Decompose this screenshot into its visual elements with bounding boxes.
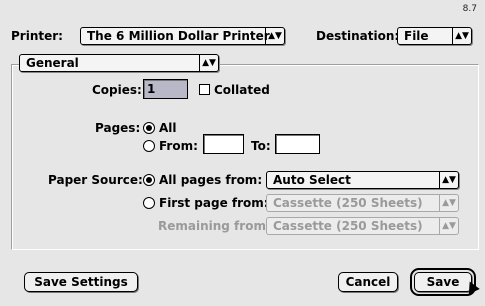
printer-popup-value: The 6 Million Dollar Printer <box>87 29 270 43</box>
pages-to-label: To: <box>251 139 271 153</box>
updown-arrow-icon: ▲▼ <box>265 28 284 44</box>
remaining-from-popup: Cassette (250 Sheets) ▲▼ <box>266 217 459 235</box>
copies-label: Copies: <box>92 83 142 97</box>
updown-arrow-icon: ▲▼ <box>439 218 458 234</box>
paper-source-label: Paper Source: <box>48 173 143 187</box>
remaining-from-label: Remaining from: <box>158 219 271 233</box>
pages-from-radio[interactable] <box>143 140 155 152</box>
all-pages-from-value: Auto Select <box>273 173 351 187</box>
remaining-from-value: Cassette (250 Sheets) <box>273 219 423 233</box>
updown-arrow-icon: ▲▼ <box>439 195 458 211</box>
all-pages-from-popup[interactable]: Auto Select ▲▼ <box>266 171 459 189</box>
printer-popup[interactable]: The 6 Million Dollar Printer ▲▼ <box>80 27 285 45</box>
updown-arrow-icon: ▲▼ <box>452 28 471 44</box>
pages-from-label: From: <box>159 139 198 153</box>
save-button[interactable]: Save <box>410 268 476 296</box>
copies-value: 1 <box>147 82 156 96</box>
section-popup-value: General <box>26 56 79 70</box>
pages-all-label: All <box>159 121 177 135</box>
section-popup[interactable]: General ▲▼ <box>19 54 219 72</box>
pages-to-field[interactable] <box>275 134 320 154</box>
version-label: 8.7 <box>462 4 477 14</box>
save-settings-button[interactable]: Save Settings <box>24 272 138 292</box>
updown-arrow-icon: ▲▼ <box>199 55 218 71</box>
cancel-button[interactable]: Cancel <box>338 272 398 292</box>
updown-arrow-icon: ▲▼ <box>439 172 458 188</box>
first-page-from-label: First page from: <box>159 196 269 210</box>
pages-from-field[interactable] <box>203 134 244 154</box>
copies-field[interactable]: 1 <box>143 79 188 99</box>
pages-label: Pages: <box>95 121 141 135</box>
destination-label: Destination: <box>316 29 400 43</box>
printer-label: Printer: <box>11 29 63 43</box>
first-page-from-popup: Cassette (250 Sheets) ▲▼ <box>266 194 459 212</box>
first-page-from-radio[interactable] <box>143 197 155 209</box>
first-page-from-value: Cassette (250 Sheets) <box>273 196 423 210</box>
collated-label: Collated <box>214 83 270 97</box>
destination-popup-value: File <box>404 29 429 43</box>
all-pages-from-radio[interactable] <box>143 174 155 186</box>
all-pages-from-label: All pages from: <box>159 173 263 187</box>
destination-popup[interactable]: File ▲▼ <box>397 27 472 45</box>
pages-all-radio[interactable] <box>143 122 155 134</box>
collated-checkbox[interactable] <box>199 84 210 95</box>
